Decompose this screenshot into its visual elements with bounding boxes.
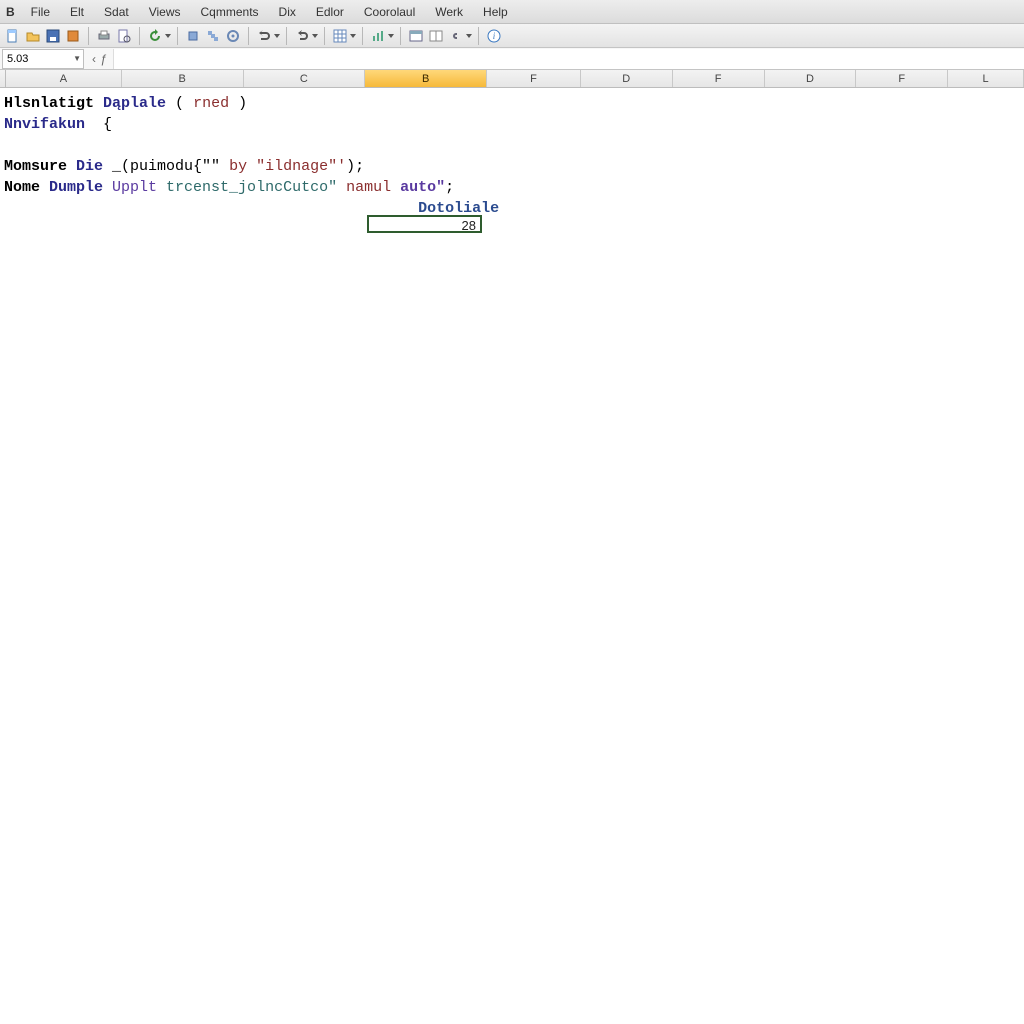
redo-icon[interactable] [293,27,311,45]
chevron-down-icon [350,33,356,39]
formula-bar-row: 5.03 ▼ ‹ ƒ [0,48,1024,70]
col-header[interactable]: C [244,70,366,87]
code-token: Momsure [4,158,67,175]
chevron-down-icon [466,33,472,39]
code-token: Die [67,158,103,175]
fx-cancel[interactable]: ‹ [92,52,96,66]
chevron-down-icon [312,33,318,39]
refresh-dropdown[interactable] [146,27,171,45]
print-preview-icon[interactable] [115,27,133,45]
col-header-selected[interactable]: B [365,70,487,87]
col-header[interactable]: D [581,70,673,87]
toolbar-separator [400,27,401,45]
link-dropdown[interactable] [447,27,472,45]
code-token: _(puimodu{"" [103,158,220,175]
code-token: { [85,116,112,133]
new-doc-icon[interactable] [4,27,22,45]
name-box-value: 5.03 [7,53,28,65]
col-header[interactable]: L [948,70,1024,87]
save-icon[interactable] [44,27,62,45]
app-menu[interactable]: B [4,1,21,23]
toolbar-separator [177,27,178,45]
toolbar-separator [248,27,249,45]
undo-icon[interactable] [255,27,273,45]
toolbar-separator [324,27,325,45]
code-token: namul [337,179,391,196]
col-header[interactable]: F [673,70,765,87]
grid-icon[interactable] [331,27,349,45]
code-token: Upplt [103,179,157,196]
menu-help[interactable]: Help [473,1,518,23]
code-token: by [220,158,247,175]
print-icon[interactable] [95,27,113,45]
chevron-down-icon [274,33,280,39]
export-icon[interactable] [64,27,82,45]
menu-data[interactable]: Sdat [94,1,139,23]
code-token: "ildnage"' [247,158,346,175]
toolbar-separator [139,27,140,45]
refresh-icon[interactable] [146,27,164,45]
toolbar-separator [88,27,89,45]
menu-comments[interactable]: Cqmments [191,1,269,23]
toolbar: i [0,24,1024,48]
menu-dix[interactable]: Dix [269,1,306,23]
code-token: Dąplale [103,95,166,112]
open-doc-icon[interactable] [24,27,42,45]
toolbar-separator [478,27,479,45]
fx-label[interactable]: ƒ [100,52,107,66]
column-headers: A B C B F D F D F L [0,70,1024,88]
sheet-body[interactable]: Hlsnlatigt Dąplale ( rned ) Nnvifakun { … [0,88,1024,1024]
active-cell[interactable]: 28 [367,215,482,233]
copy-icon[interactable] [204,27,222,45]
code-token: auto" [391,179,445,196]
chart-icon[interactable] [369,27,387,45]
form-icon[interactable] [407,27,425,45]
name-box[interactable]: 5.03 ▼ [2,49,84,69]
table-icon[interactable] [427,27,445,45]
chevron-down-icon [388,33,394,39]
menu-edit[interactable]: Elt [60,1,94,23]
menu-file[interactable]: File [21,1,60,23]
code-token: ); [346,158,364,175]
col-header[interactable]: B [122,70,244,87]
menu-view[interactable]: Views [139,1,191,23]
link-icon[interactable] [447,27,465,45]
code-token: Nome [4,179,40,196]
chart-dropdown[interactable] [369,27,394,45]
chevron-down-icon[interactable]: ▼ [73,54,81,63]
menu-coorolaul[interactable]: Coorolaul [354,1,425,23]
fx-controls: ‹ ƒ [86,52,113,66]
code-token: Dumple [40,179,103,196]
code-token: Hlsnlatigt [4,95,94,112]
menu-bar: B File Elt Sdat Views Cqmments Dix Edlor… [0,0,1024,24]
code-token: ( [166,95,193,112]
menu-editor[interactable]: Edlor [306,1,354,23]
redo-dropdown[interactable] [293,27,318,45]
chevron-down-icon [165,33,171,39]
code-token: Nnvifakun [4,116,85,133]
col-header[interactable]: F [487,70,581,87]
col-header[interactable]: D [765,70,857,87]
formula-input[interactable] [113,49,1024,69]
info-icon[interactable]: i [485,27,503,45]
menu-work[interactable]: Werk [425,1,473,23]
cut-icon[interactable] [184,27,202,45]
undo-dropdown[interactable] [255,27,280,45]
code-overlay: Hlsnlatigt Dąplale ( rned ) Nnvifakun { … [4,93,499,219]
col-header[interactable]: F [856,70,948,87]
toolbar-separator [362,27,363,45]
toolbar-separator [286,27,287,45]
code-token: rned [193,95,229,112]
paste-icon[interactable] [224,27,242,45]
code-token: trcenst_jolncCutco" [157,179,337,196]
code-token: ) [229,95,247,112]
grid-dropdown[interactable] [331,27,356,45]
col-header[interactable]: A [6,70,122,87]
code-token: ; [445,179,454,196]
